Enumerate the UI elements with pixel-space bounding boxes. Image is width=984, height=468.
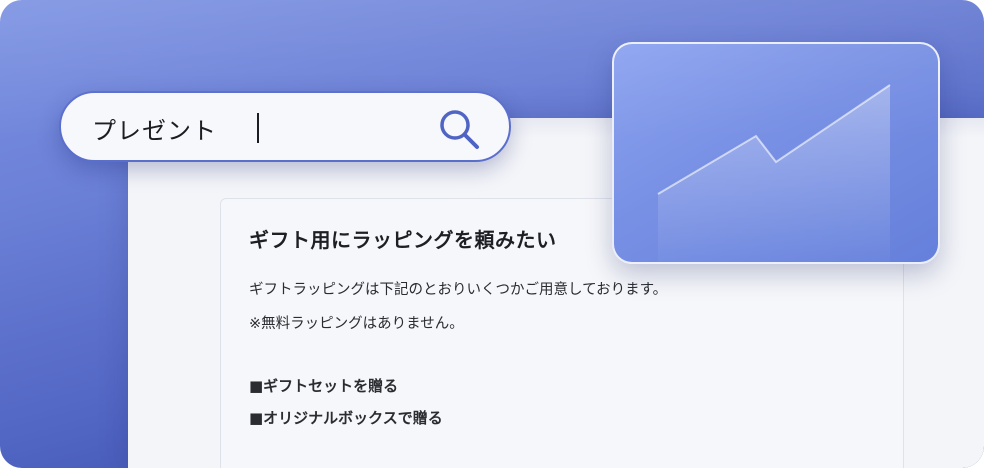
faq-option-original-box: ■オリジナルボックスで贈る: [249, 409, 443, 427]
hero-background: ギフト用にラッピングを頼みたい ギフトラッピングは下記のとおりいくつかご用意して…: [0, 0, 984, 468]
search-bar: [59, 91, 511, 162]
faq-title: ギフト用にラッピングを頼みたい: [249, 228, 557, 252]
faq-body-line-2: ※無料ラッピングはありません。: [249, 316, 464, 332]
faq-option-gift-set: ■ギフトセットを贈る: [249, 377, 399, 395]
trend-chart-card: [612, 42, 940, 264]
text-caret: [257, 113, 259, 143]
search-icon[interactable]: [437, 107, 483, 153]
faq-body-line-1: ギフトラッピングは下記のとおりいくつかご用意しております。: [249, 282, 668, 298]
trend-chart-icon: [657, 84, 891, 262]
